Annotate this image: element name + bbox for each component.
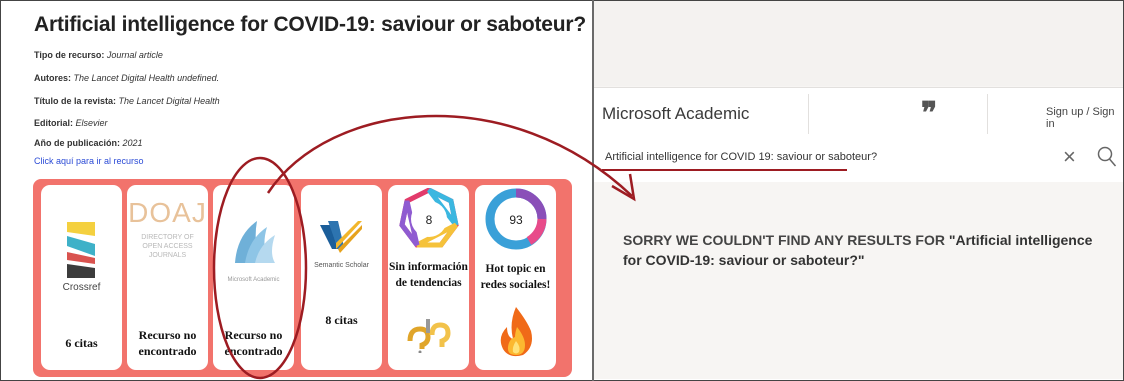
annotation-arrow-curve (266, 114, 633, 197)
highlight-ellipse (212, 156, 308, 380)
annotation-overlay (212, 114, 636, 380)
